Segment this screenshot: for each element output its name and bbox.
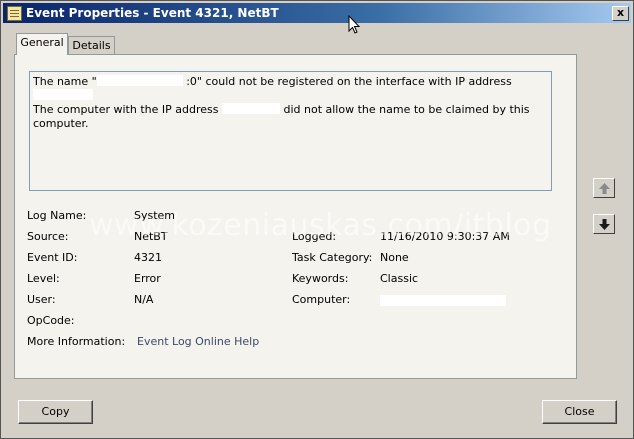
tab-details[interactable]: Details xyxy=(68,36,115,55)
task-category-value: None xyxy=(380,251,409,264)
source-value: NetBT xyxy=(134,230,168,243)
source-label: Source: xyxy=(27,230,69,243)
log-name-value: System xyxy=(134,209,176,222)
description-text-1: The name " xyxy=(33,75,97,88)
redacted-computer-value xyxy=(380,295,506,306)
event-id-value: 4321 xyxy=(134,251,162,264)
event-log-help-link[interactable]: Event Log Online Help xyxy=(137,335,259,348)
window-title: Event Properties - Event 4321, NetBT xyxy=(26,6,279,20)
event-description[interactable]: The name " :0" could not be registered o… xyxy=(29,71,552,191)
close-button[interactable]: Close xyxy=(542,400,617,424)
logged-value: 11/16/2010 9:30:37 AM xyxy=(380,230,510,243)
event-properties-icon xyxy=(7,6,22,21)
copy-button[interactable]: Copy xyxy=(18,400,93,424)
title-bar[interactable]: Event Properties - Event 4321, NetBT x xyxy=(3,3,631,23)
redacted-ip-2 xyxy=(221,103,280,114)
logged-label: Logged: xyxy=(292,230,337,243)
user-value: N/A xyxy=(134,293,154,306)
mouse-pointer-icon xyxy=(348,15,361,34)
previous-event-button[interactable] xyxy=(593,178,615,198)
task-category-label: Task Category: xyxy=(292,251,373,264)
next-event-button[interactable] xyxy=(593,214,615,234)
level-label: Level: xyxy=(27,272,60,285)
user-label: User: xyxy=(27,293,56,306)
event-properties-window: Event Properties - Event 4321, NetBT x G… xyxy=(0,0,634,439)
arrow-up-icon xyxy=(599,183,610,194)
redacted-name xyxy=(96,75,183,86)
tab-general[interactable]: General xyxy=(16,33,68,55)
event-id-label: Event ID: xyxy=(27,251,78,264)
computer-label: Computer: xyxy=(292,293,351,306)
more-info-label: More Information: xyxy=(27,335,126,348)
log-name-label: Log Name: xyxy=(27,209,87,222)
arrow-down-icon xyxy=(599,219,610,230)
level-value: Error xyxy=(134,272,161,285)
keywords-label: Keywords: xyxy=(292,272,349,285)
opcode-label: OpCode: xyxy=(27,314,75,327)
keywords-value: Classic xyxy=(380,272,419,285)
description-text-3: The computer with the IP address xyxy=(33,103,222,116)
description-text-2: :0" could not be registered on the inter… xyxy=(182,75,512,88)
close-window-button[interactable]: x xyxy=(612,6,629,21)
redacted-ip xyxy=(33,89,93,100)
